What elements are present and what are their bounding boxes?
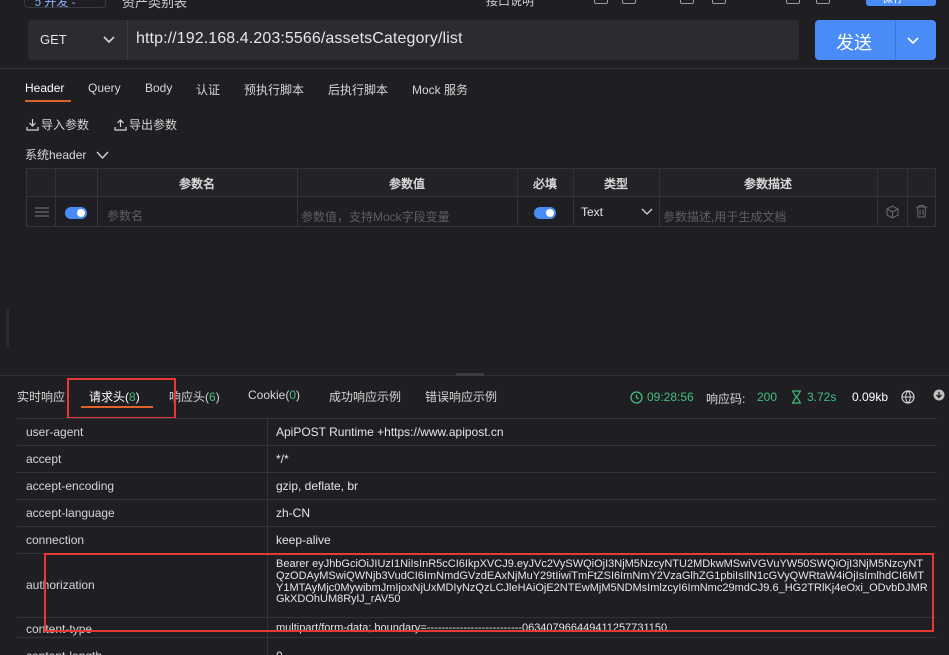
code-icon[interactable] — [712, 0, 726, 4]
header-value: */* — [276, 452, 289, 466]
header-key: accept-language — [26, 506, 115, 520]
import-icon — [26, 119, 39, 131]
download-icon[interactable] — [933, 389, 945, 402]
enable-toggle[interactable] — [65, 207, 87, 219]
table-row: user-agent ApiPOST Runtime +https://www.… — [17, 419, 937, 446]
send-button[interactable]: 发送 — [815, 20, 936, 60]
col-divider — [877, 169, 878, 226]
export-params-button[interactable]: 导出参数 — [114, 116, 177, 133]
request-bar: GET http://192.168.4.203:5566/assetsCate… — [28, 20, 799, 60]
header-value: ApiPOST Runtime +https://www.apipost.cn — [276, 425, 504, 439]
tab-cookie[interactable]: Cookie(0) — [248, 388, 300, 402]
tab-pre-script[interactable]: 预执行脚本 — [244, 81, 304, 98]
import-params-button[interactable]: 导入参数 — [26, 116, 89, 133]
globe-icon[interactable] — [901, 390, 915, 404]
drag-handle-icon[interactable] — [35, 206, 49, 218]
more-icon[interactable] — [816, 0, 830, 4]
tab-query[interactable]: Query — [88, 81, 121, 95]
tab-header[interactable]: Header — [25, 81, 64, 95]
response-duration: 3.72s — [807, 390, 837, 404]
run-icon[interactable] — [594, 0, 608, 4]
method-value: GET — [40, 32, 67, 47]
chevron-down-icon — [96, 151, 109, 159]
response-time: 09:28:56 — [647, 390, 694, 404]
divider — [0, 68, 949, 69]
document-title[interactable]: 资产类别表 — [122, 0, 187, 11]
document-status-tab[interactable]: 接口说明 — [486, 0, 534, 9]
tab-response-headers[interactable]: 响应头(6) — [169, 388, 220, 405]
highlight-box — [44, 553, 934, 632]
header-key: accept-encoding — [26, 479, 115, 493]
table-row: accept-encoding gzip, deflate, br — [17, 473, 937, 500]
trash-icon[interactable] — [915, 204, 928, 218]
param-name-input[interactable]: 参数名 — [107, 207, 143, 224]
save-button[interactable]: 保存 — [866, 0, 936, 6]
tab-post-script[interactable]: 后执行脚本 — [328, 81, 388, 98]
environment-select[interactable]: ɔ 开发 - — [24, 0, 106, 9]
tab-body[interactable]: Body — [145, 81, 172, 95]
header-value: 0 — [276, 649, 283, 655]
send-options-chevron-icon[interactable] — [905, 32, 921, 48]
url-input[interactable]: http://192.168.4.203:5566/assetsCategory… — [136, 30, 463, 48]
param-desc-input[interactable]: 参数描述,用于生成文档 — [663, 208, 786, 225]
cube-icon[interactable] — [886, 205, 899, 219]
highlight-box — [67, 378, 176, 419]
table-row: connection keep-alive — [17, 527, 937, 554]
system-header-toggle[interactable]: 系统header — [25, 146, 109, 163]
method-select[interactable]: GET — [28, 20, 128, 60]
copy-icon[interactable] — [622, 0, 636, 4]
col-divider — [267, 446, 268, 472]
table-row: accept */* — [17, 446, 937, 473]
col-header-desc: 参数描述 — [743, 177, 792, 191]
status-code-value: 200 — [757, 390, 778, 404]
col-divider — [267, 638, 268, 655]
col-header-name: 参数名 — [178, 177, 215, 191]
clock-icon — [630, 391, 643, 404]
tab-success-example[interactable]: 成功响应示例 — [329, 388, 401, 405]
col-header-required: 必填 — [532, 177, 557, 191]
col-divider — [267, 419, 268, 445]
response-size: 0.09kb — [852, 390, 889, 404]
param-value-input[interactable]: 参数值，支持Mock字段变量 — [301, 208, 450, 225]
share-icon[interactable] — [680, 0, 694, 4]
status-code-label: 响应码: — [706, 392, 746, 406]
col-divider — [907, 169, 908, 226]
header-value: gzip, deflate, br — [276, 479, 359, 493]
table-row: content-length 0 — [17, 638, 937, 655]
chevron-down-icon — [103, 36, 115, 44]
header-key: connection — [26, 533, 85, 547]
top-toolbar: ɔ 开发 - 资产类别表 接口说明 保存 — [0, 0, 949, 12]
side-resize-handle[interactable] — [6, 308, 9, 348]
send-divider — [895, 20, 896, 60]
col-header-type: 类型 — [603, 177, 628, 191]
tab-error-example[interactable]: 错误响应示例 — [425, 388, 497, 405]
active-tab-indicator — [25, 100, 71, 102]
col-divider — [267, 473, 268, 499]
header-key: content-length — [26, 649, 102, 655]
required-toggle[interactable] — [534, 207, 556, 219]
params-table: 参数名 参数值 必填 类型 参数描述 参数名 参数值，支持Mock字段变量 Te… — [26, 168, 936, 227]
download-icon[interactable] — [786, 0, 800, 4]
header-value: zh-CN — [276, 506, 311, 520]
tab-auth[interactable]: 认证 — [196, 81, 220, 98]
col-divider — [267, 527, 268, 553]
header-key: user-agent — [26, 425, 84, 439]
header-value: keep-alive — [276, 533, 331, 547]
export-icon — [114, 119, 127, 131]
table-row: accept-language zh-CN — [17, 500, 937, 527]
col-divider — [267, 500, 268, 526]
param-type-select[interactable]: Text — [581, 205, 603, 219]
header-key: accept — [26, 452, 62, 466]
col-divider — [55, 169, 56, 226]
tab-realtime-response[interactable]: 实时响应 — [17, 388, 65, 405]
tab-mock[interactable]: Mock 服务 — [412, 81, 468, 98]
chevron-down-icon — [641, 208, 653, 215]
splitter-grip[interactable] — [456, 373, 484, 376]
hourglass-icon — [792, 390, 801, 404]
col-header-value: 参数值 — [388, 177, 425, 191]
